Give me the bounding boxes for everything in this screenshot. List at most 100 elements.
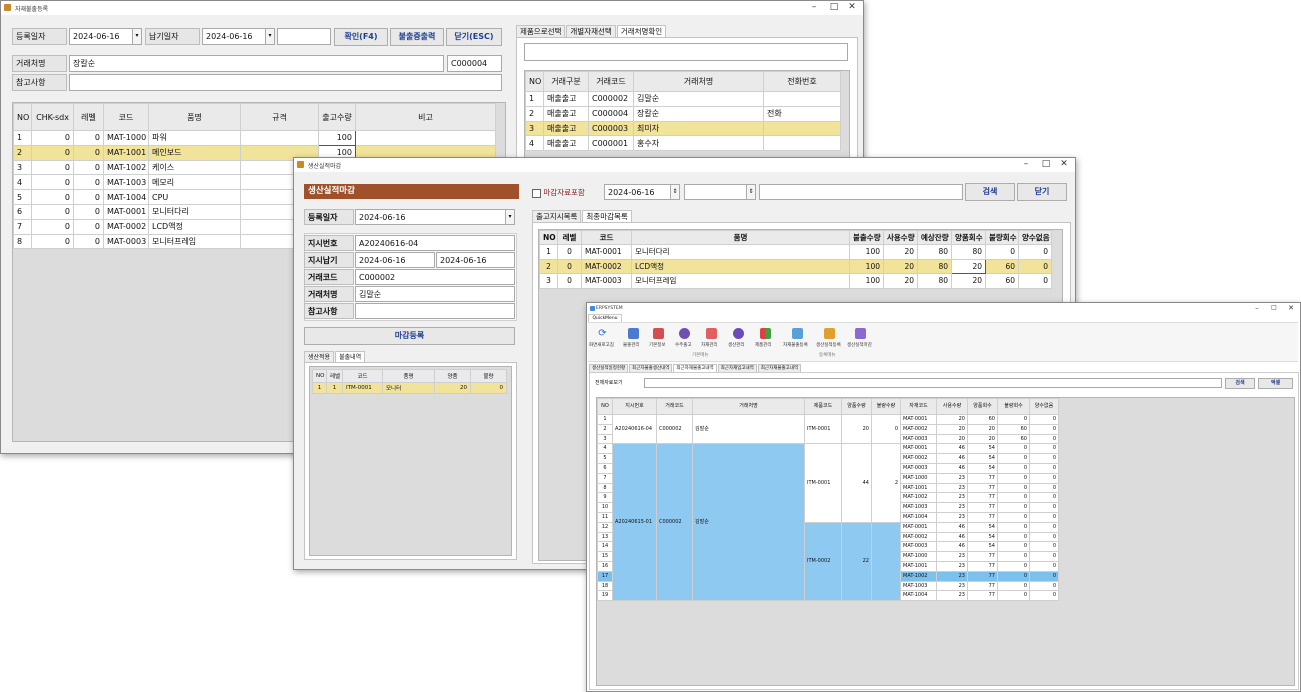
good-return-cell[interactable]: 54 — [967, 531, 998, 543]
table-cell[interactable]: 1 — [539, 244, 558, 260]
table-cell[interactable]: 100 — [849, 244, 884, 260]
table-cell[interactable]: 모니터다리 — [148, 203, 241, 220]
material-code-cell[interactable]: MAT-1001 — [900, 482, 937, 494]
table-cell[interactable]: 3 — [13, 159, 32, 176]
none-cell[interactable]: 0 — [1029, 570, 1059, 582]
used-qty-cell[interactable]: 23 — [936, 590, 968, 602]
minimize-icon[interactable]: – — [805, 2, 823, 12]
table-cell[interactable]: 0 — [31, 203, 74, 220]
vendor-name-input[interactable]: 김말순 — [355, 286, 515, 302]
table-cell[interactable]: 1 — [13, 130, 32, 146]
none-cell[interactable]: 0 — [1029, 551, 1059, 562]
product-code-cell[interactable]: ITM-0002 — [804, 521, 842, 602]
used-qty-cell[interactable]: 23 — [936, 580, 968, 592]
material-code-cell[interactable]: MAT-0002 — [900, 453, 937, 464]
table-cell[interactable]: 0 — [73, 189, 104, 205]
table-cell[interactable]: C000003 — [588, 120, 634, 137]
vendor-code-input[interactable]: C000002 — [355, 269, 515, 285]
table-cell[interactable]: 0 — [1018, 258, 1052, 274]
table-cell[interactable] — [240, 130, 319, 146]
table-cell[interactable]: 0 — [557, 273, 582, 289]
table-cell[interactable]: 0 — [73, 130, 104, 146]
col-none[interactable]: 양수없음 — [1018, 230, 1052, 245]
table-cell[interactable] — [355, 130, 496, 146]
table-cell[interactable]: 최미자 — [633, 120, 764, 137]
close-button[interactable]: 닫기 — [1017, 183, 1067, 201]
search-input[interactable] — [644, 378, 1222, 388]
material-code-cell[interactable]: MAT-1000 — [900, 551, 937, 562]
good-return-cell[interactable]: 60 — [967, 414, 998, 425]
bad-return-cell[interactable]: 0 — [997, 511, 1030, 523]
used-qty-cell[interactable]: 46 — [936, 531, 968, 543]
col-trade-type[interactable]: 거래구분 — [543, 71, 589, 92]
table-cell[interactable]: 2 — [525, 105, 544, 122]
col-bad-return[interactable]: 불량회수 — [997, 398, 1030, 415]
bad-return-cell[interactable]: 0 — [997, 472, 1030, 484]
table-cell[interactable]: 1 — [525, 91, 544, 107]
table-cell[interactable]: 20 — [883, 273, 918, 289]
good-return-cell[interactable]: 54 — [967, 541, 998, 553]
row-no[interactable]: 8 — [597, 482, 613, 494]
production-close-icon[interactable] — [855, 328, 866, 339]
row-no[interactable]: 6 — [597, 462, 613, 474]
bad-qty-cell[interactable] — [871, 521, 901, 602]
material-code-cell[interactable]: MAT-0003 — [900, 433, 937, 445]
bad-return-cell[interactable]: 0 — [997, 560, 1030, 572]
row-no[interactable]: 5 — [597, 453, 613, 464]
close-icon[interactable]: ✕ — [843, 2, 861, 12]
used-qty-cell[interactable]: 23 — [936, 502, 968, 513]
col-good-qty[interactable]: 양품수량 — [841, 398, 872, 415]
row-no[interactable]: 15 — [597, 551, 613, 562]
row-no[interactable]: 3 — [597, 433, 613, 445]
bad-return-cell[interactable]: 60 — [997, 423, 1030, 435]
good-qty-cell[interactable]: 22 — [841, 521, 872, 602]
none-cell[interactable]: 0 — [1029, 472, 1059, 484]
table-row[interactable]: 4 매출출고 C000001 홍수자 — [525, 135, 841, 152]
table-row[interactable]: 3 매출출고 C000003 최미자 — [525, 120, 841, 137]
table-cell[interactable]: 모니터 — [382, 382, 435, 394]
col-used-qty[interactable]: 사용수량 — [883, 230, 918, 245]
table-cell[interactable]: LCD액정 — [631, 258, 850, 274]
production-reg-icon[interactable] — [824, 328, 835, 339]
bad-return-cell[interactable]: 0 — [997, 482, 1030, 494]
table-cell[interactable]: 매출출고 — [543, 135, 589, 152]
col-spec[interactable]: 규격 — [240, 103, 319, 131]
table-row[interactable]: 1 1 ITM-0001 모니터 20 0 — [312, 382, 507, 394]
vendor-code-cell[interactable]: C000002 — [656, 413, 693, 445]
material-code-cell[interactable]: MAT-0001 — [900, 521, 937, 533]
material-code-cell[interactable]: MAT-1003 — [900, 502, 937, 513]
none-cell[interactable]: 0 — [1029, 482, 1059, 494]
used-qty-cell[interactable]: 23 — [936, 570, 968, 582]
material-code-cell[interactable]: MAT-0001 — [900, 443, 937, 455]
material-code-cell[interactable]: MAT-0002 — [900, 531, 937, 543]
col-chk[interactable]: CHK-sdx — [31, 103, 74, 131]
vendor-code-cell[interactable]: C000002 — [656, 443, 693, 602]
row-no[interactable]: 16 — [597, 560, 613, 572]
none-cell[interactable]: 0 — [1029, 462, 1059, 474]
table-cell[interactable]: 0 — [73, 203, 104, 220]
table-cell[interactable]: 0 — [1018, 273, 1052, 289]
table-row[interactable]: 2 매출출고 C000004 장칼순 전화 — [525, 105, 841, 122]
col-no[interactable]: NO — [597, 398, 613, 415]
maximize-icon[interactable]: □ — [1265, 304, 1283, 311]
used-qty-cell[interactable]: 23 — [936, 560, 968, 572]
row-no[interactable]: 1 — [597, 414, 613, 425]
none-cell[interactable]: 0 — [1029, 521, 1059, 533]
used-qty-cell[interactable]: 20 — [936, 423, 968, 435]
table-cell[interactable]: 20 — [883, 244, 918, 260]
table-row[interactable]: 1 매출출고 C000002 김말순 — [525, 91, 841, 107]
memo-input[interactable] — [69, 74, 502, 91]
used-qty-cell[interactable]: 46 — [936, 541, 968, 553]
table-cell[interactable]: 80 — [917, 244, 952, 260]
include-closed-checkbox[interactable]: 마감자료포함 — [532, 187, 607, 199]
table-cell[interactable]: C000002 — [588, 91, 634, 107]
memo-input[interactable] — [355, 303, 515, 319]
used-qty-cell[interactable]: 23 — [936, 482, 968, 494]
good-return-cell[interactable]: 54 — [967, 453, 998, 464]
col-no[interactable]: NO — [525, 71, 544, 92]
table-cell[interactable]: MAT-1000 — [103, 130, 149, 146]
bad-return-cell[interactable]: 0 — [997, 453, 1030, 464]
chevron-down-icon[interactable]: ▾ — [132, 29, 141, 44]
none-cell[interactable]: 0 — [1029, 541, 1059, 553]
table-cell[interactable]: 0 — [73, 218, 104, 235]
